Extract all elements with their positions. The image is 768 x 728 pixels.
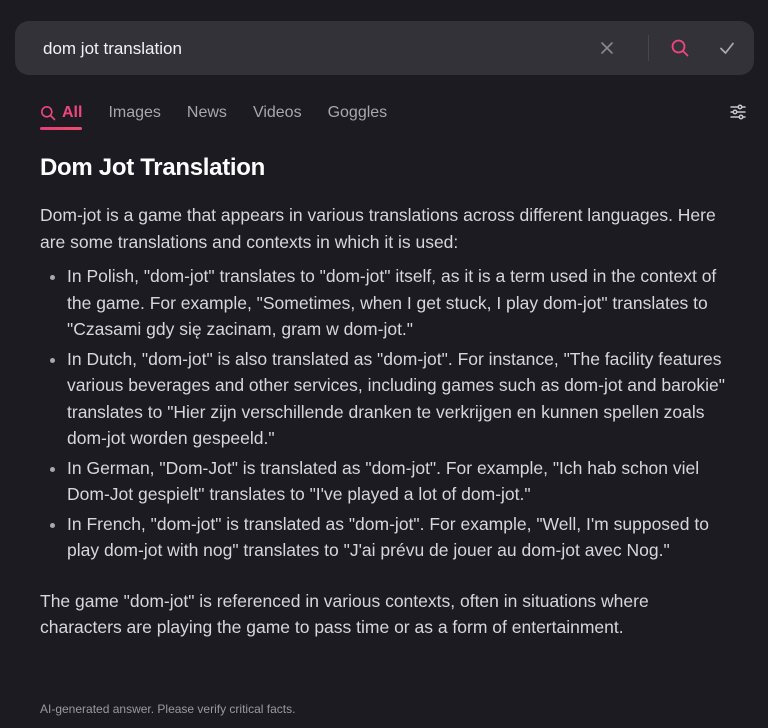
tab-news[interactable]: News	[187, 96, 227, 130]
tab-goggles[interactable]: Goggles	[328, 96, 388, 130]
ai-answer: Dom Jot Translation Dom-jot is a game th…	[40, 154, 730, 641]
search-bar	[15, 21, 754, 75]
list-item: In Dutch, "dom-jot" is also translated a…	[67, 346, 730, 452]
search-icon[interactable]	[670, 38, 690, 58]
tab-label: All	[62, 104, 83, 121]
search-tabs: All Images News Videos Goggles	[40, 96, 413, 132]
translation-list: In Polish, "dom-jot" translates to "dom-…	[40, 263, 730, 564]
tab-images[interactable]: Images	[108, 96, 160, 130]
sliders-icon[interactable]	[728, 102, 748, 122]
answer-conclusion: The game "dom-jot" is referenced in vari…	[40, 590, 649, 638]
close-icon[interactable]	[597, 38, 617, 58]
answer-title: Dom Jot Translation	[40, 154, 265, 181]
list-item: In German, "Dom-Jot" is translated as "d…	[67, 455, 730, 508]
tab-label: Videos	[252, 104, 302, 121]
tab-videos[interactable]: Videos	[253, 96, 302, 130]
list-item: In Polish, "dom-jot" translates to "dom-…	[67, 263, 730, 343]
tab-label: News	[186, 104, 227, 121]
search-divider	[648, 35, 649, 61]
search-icon	[41, 106, 56, 121]
tab-label: Goggles	[327, 104, 388, 121]
tab-all[interactable]: All	[40, 96, 83, 130]
answer-intro: Dom-jot is a game that appears in variou…	[40, 205, 716, 252]
ai-disclaimer: AI-generated answer. Please verify criti…	[40, 702, 296, 716]
tab-label: Images	[108, 104, 161, 121]
search-input[interactable]	[41, 35, 585, 63]
check-icon[interactable]	[717, 38, 737, 58]
list-item: In French, "dom-jot" is translated as "d…	[67, 511, 730, 564]
